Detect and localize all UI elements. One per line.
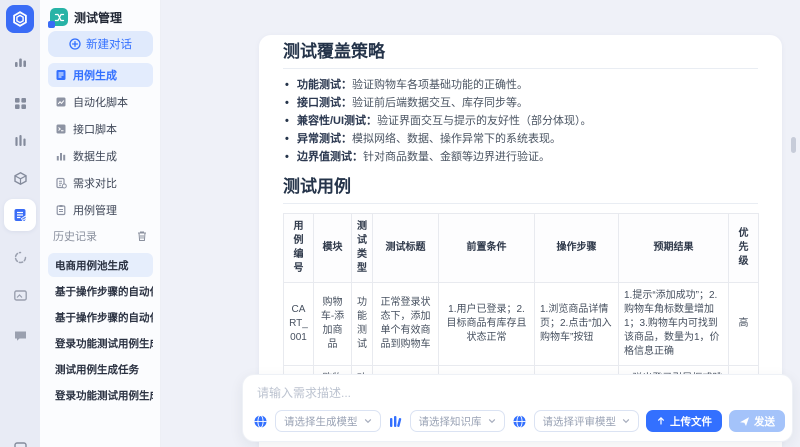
col-header: 测试类型 — [352, 214, 373, 283]
chat-icon[interactable] — [12, 327, 28, 343]
col-header: 操作步骤 — [535, 214, 619, 283]
terminal-square-icon — [55, 123, 67, 135]
sync-icon[interactable] — [12, 249, 28, 265]
bottom-partial-icon[interactable] — [12, 440, 28, 447]
main-scrollbar-thumb[interactable] — [791, 137, 796, 153]
menu-label: 用例生成 — [73, 67, 117, 83]
sidebar-menu: 用例生成 自动化脚本 接口脚本 数据生成 需求对比 用例管理 — [40, 63, 161, 225]
menu-label: 数据生成 — [73, 148, 117, 164]
test-manage-app-icon — [50, 8, 68, 26]
history-item[interactable]: 电商用例池生成 — [48, 253, 153, 277]
case-generate-icon — [12, 207, 28, 223]
history-item[interactable]: 基于操作步骤的自动化... — [48, 279, 153, 303]
sphere-icon — [253, 414, 268, 429]
paper-plane-icon — [739, 416, 750, 427]
sidebar: 测试管理 新建对话 用例生成 自动化脚本 接口脚本 数据生成 — [40, 0, 161, 447]
script-image-icon — [55, 96, 67, 108]
cube-icon[interactable] — [12, 170, 28, 186]
knowledge-base-select[interactable]: 请选择知识库 — [410, 410, 505, 432]
table-header-row: 用例编号 模块 测试类型 测试标题 前置条件 操作步骤 预期结果 优先级 — [284, 214, 759, 283]
history-header: 历史记录 — [40, 227, 161, 245]
new-chat-label: 新建对话 — [86, 36, 132, 52]
history-item[interactable]: 登录功能测试用例生成 — [48, 383, 153, 407]
cell-id: CART_001 — [284, 283, 314, 366]
coverage-bullet-list: 功能测试：验证购物车各项基础功能的正确性。 接口测试：验证前后端数据交互、库存同… — [285, 76, 758, 166]
col-header: 测试标题 — [373, 214, 439, 283]
sidebar-item-case-generate[interactable]: 用例生成 — [48, 63, 153, 87]
requirement-input[interactable]: 请输入需求描述... — [257, 384, 351, 401]
sidebar-item-interface-script[interactable]: 接口脚本 — [48, 117, 153, 141]
history-item[interactable]: 测试用例生成任务 — [48, 357, 153, 381]
chevron-down-icon — [488, 417, 496, 425]
bullet-item: 功能测试：验证购物车各项基础功能的正确性。 — [285, 76, 758, 94]
cell-title: 正常登录状态下，添加单个有效商品到购物车 — [373, 283, 439, 366]
trash-icon[interactable] — [136, 230, 148, 242]
upload-icon — [656, 416, 666, 426]
review-model-select[interactable]: 请选择评审模型 — [534, 410, 640, 432]
sphere-icon — [512, 414, 527, 429]
stats-columns-icon[interactable] — [12, 132, 28, 148]
bullet-item: 异常测试：模拟网络、数据、操作异常下的系统表现。 — [285, 130, 758, 148]
bullet-item: 边界值测试：针对商品数量、金额等边界进行验证。 — [285, 148, 758, 166]
bar-chart-icon[interactable] — [12, 54, 28, 70]
app-logo-icon[interactable] — [6, 5, 34, 33]
history-item[interactable]: 基于操作步骤的自动化... — [48, 305, 153, 329]
col-header: 预期结果 — [619, 214, 729, 283]
cell-expected: 1.提示“添加成功”；2.购物车角标数量增加1；3.购物车内可找到该商品，数量为… — [619, 283, 729, 366]
rail-item-case-generate[interactable] — [4, 199, 36, 231]
table-row: CART_001 购物车-添加商品 功能测试 正常登录状态下，添加单个有效商品到… — [284, 283, 759, 366]
col-header: 模块 — [314, 214, 352, 283]
send-button[interactable]: 发送 — [729, 410, 785, 432]
col-header: 前置条件 — [439, 214, 535, 283]
main-area: 测试覆盖策略 功能测试：验证购物车各项基础功能的正确性。 接口测试：验证前后端数… — [161, 0, 800, 447]
bullet-item: 接口测试：验证前后端数据交互、库存同步等。 — [285, 94, 758, 112]
library-bars-icon — [388, 414, 403, 429]
chevron-down-icon — [364, 417, 372, 425]
sidebar-item-requirement-compare[interactable]: 需求对比 — [48, 171, 153, 195]
sidebar-item-automation-script[interactable]: 自动化脚本 — [48, 90, 153, 114]
app-title: 测试管理 — [74, 9, 122, 26]
bullet-item: 兼容性/UI测试：验证界面交互与提示的友好性（部分体现）。 — [285, 112, 758, 130]
col-header: 用例编号 — [284, 214, 314, 283]
col-header: 优先级 — [729, 214, 759, 283]
section-title-coverage: 测试覆盖策略 — [283, 41, 758, 69]
doc-blue-icon — [55, 69, 67, 81]
left-rail — [0, 0, 40, 447]
history-list: 电商用例池生成 基于操作步骤的自动化... 基于操作步骤的自动化... 登录功能… — [40, 253, 161, 409]
menu-label: 自动化脚本 — [73, 94, 128, 110]
sidebar-item-data-generate[interactable]: 数据生成 — [48, 144, 153, 168]
sidebar-item-case-manage[interactable]: 用例管理 — [48, 198, 153, 222]
menu-label: 需求对比 — [73, 175, 117, 191]
section-title-cases: 测试用例 — [283, 176, 758, 204]
clipboard-icon — [55, 204, 67, 216]
history-title: 历史记录 — [53, 228, 97, 244]
media-card-icon[interactable] — [12, 287, 28, 303]
cell-module: 购物车-添加商品 — [314, 283, 352, 366]
chevron-down-icon — [622, 417, 630, 425]
data-chart-icon — [55, 150, 67, 162]
cell-steps: 1.浏览商品详情页；2.点击“加入购物车”按钮 — [535, 283, 619, 366]
menu-label: 用例管理 — [73, 202, 117, 218]
composer: 请输入需求描述... 请选择生成模型 请选择知识库 — [242, 374, 793, 442]
upload-file-button[interactable]: 上传文件 — [646, 410, 722, 432]
generate-model-select[interactable]: 请选择生成模型 — [275, 410, 381, 432]
cell-type: 功能测试 — [352, 283, 373, 366]
new-chat-button[interactable]: 新建对话 — [48, 31, 153, 57]
cell-priority: 高 — [729, 283, 759, 366]
sidebar-header: 测试管理 — [50, 8, 122, 26]
history-item[interactable]: 登录功能测试用例生成 — [48, 331, 153, 355]
grid-icon[interactable] — [12, 95, 28, 111]
menu-label: 接口脚本 — [73, 121, 117, 137]
plus-circle-icon — [69, 38, 81, 50]
app-window: 测试管理 新建对话 用例生成 自动化脚本 接口脚本 数据生成 — [0, 0, 800, 447]
cell-precondition: 1.用户已登录；2.目标商品有库存且状态正常 — [439, 283, 535, 366]
compare-doc-icon — [55, 177, 67, 189]
composer-controls: 请选择生成模型 请选择知识库 请选择评审模型 — [253, 410, 782, 432]
